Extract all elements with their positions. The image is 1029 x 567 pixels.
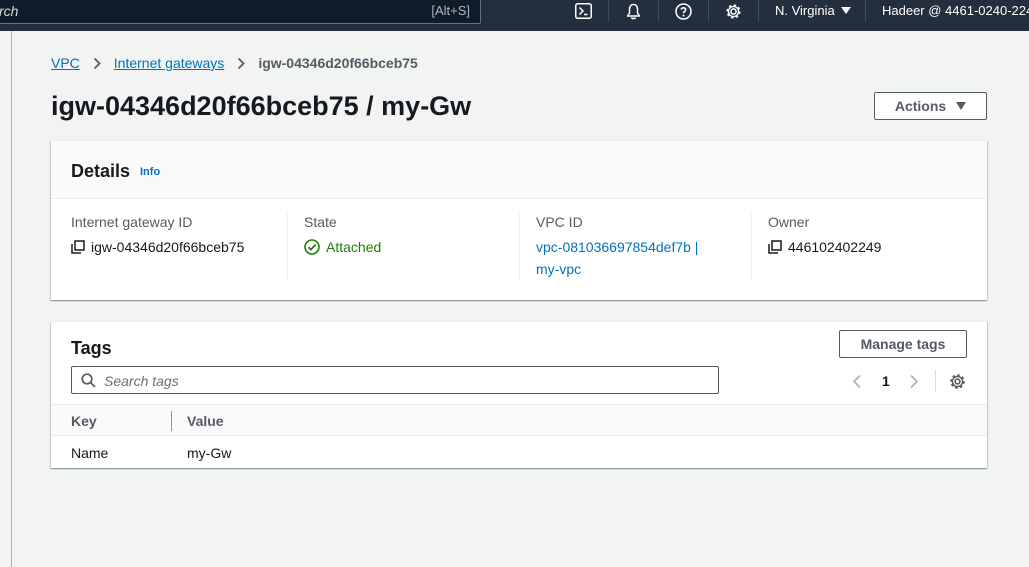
vpc-id-link[interactable]: vpc-081036697854def7b | my-vpc (536, 236, 716, 280)
page-number[interactable]: 1 (882, 373, 890, 389)
search-icon (81, 373, 96, 388)
chevron-left-icon[interactable] (852, 374, 862, 389)
state-label: State (304, 214, 337, 230)
chevron-right-icon[interactable] (909, 374, 919, 389)
region-selector[interactable]: N. Virginia (775, 3, 851, 18)
state-value: Attached (326, 239, 382, 255)
nav-divider (758, 0, 759, 22)
breadcrumb-vpc-link[interactable]: VPC (51, 55, 80, 71)
copy-icon[interactable] (768, 240, 782, 254)
breadcrumb-current: igw-04346d20f66bceb75 (258, 55, 418, 71)
tags-table-header: Key Value (51, 404, 987, 436)
page-title: igw-04346d20f66bceb75 / my-Gw (51, 91, 472, 121)
column-divider (287, 214, 288, 280)
cloudshell-icon[interactable] (574, 2, 592, 20)
column-resizer[interactable] (171, 411, 172, 431)
manage-tags-label: Manage tags (860, 336, 946, 352)
nav-divider (708, 0, 709, 22)
nav-divider (658, 0, 659, 22)
gateway-id-value: igw-04346d20f66bceb75 (91, 239, 245, 255)
caret-down-icon (956, 102, 967, 110)
owner-field: Owner 446102402249 (768, 214, 968, 280)
column-divider (519, 214, 520, 280)
tag-key-cell: Name (71, 445, 109, 461)
column-header-key[interactable]: Key (71, 413, 97, 429)
gateway-id-field: Internet gateway ID igw-04346d20f66bceb7… (71, 214, 281, 280)
tags-panel: Tags Manage tags Search tags 1 Key Value… (51, 321, 987, 468)
gateway-id-label: Internet gateway ID (71, 214, 193, 230)
region-label: N. Virginia (775, 3, 835, 18)
column-divider (751, 214, 752, 280)
top-navigation-bar: rch [Alt+S] N. Virginia Hadeer @ 4461-02… (0, 0, 1029, 31)
preferences-gear-icon[interactable] (949, 373, 966, 390)
breadcrumb: VPC Internet gateways igw-04346d20f66bce… (51, 55, 418, 71)
tag-value-cell: my-Gw (187, 445, 232, 461)
column-header-value[interactable]: Value (187, 413, 224, 429)
search-shortcut-hint: [Alt+S] (431, 3, 470, 18)
breadcrumb-internet-gateways-link[interactable]: Internet gateways (114, 55, 225, 71)
help-icon[interactable] (674, 2, 692, 20)
actions-button[interactable]: Actions (874, 92, 987, 120)
owner-label: Owner (768, 214, 810, 230)
chevron-right-icon (237, 57, 246, 70)
details-panel: Details Info Internet gateway ID igw-043… (51, 140, 987, 300)
pagination: 1 (852, 370, 966, 392)
vpc-id-field: VPC ID vpc-081036697854def7b | my-vpc (536, 214, 746, 280)
nav-divider (608, 0, 609, 22)
pager-divider (934, 370, 936, 392)
notifications-icon[interactable] (624, 2, 642, 20)
global-search-input[interactable]: rch [Alt+S] (0, 0, 481, 24)
manage-tags-button[interactable]: Manage tags (839, 330, 967, 358)
details-panel-header: Details Info (51, 141, 987, 199)
actions-button-label: Actions (894, 98, 947, 114)
state-field: State Attached (304, 214, 514, 280)
nav-divider (865, 0, 866, 22)
owner-value: 446102402249 (788, 239, 882, 255)
caret-down-icon (840, 7, 851, 14)
info-link[interactable]: Info (140, 166, 160, 178)
tags-heading: Tags (71, 338, 112, 358)
tags-search-placeholder: Search tags (104, 373, 179, 389)
copy-icon[interactable] (71, 240, 85, 254)
success-check-icon (304, 239, 320, 255)
account-menu[interactable]: Hadeer @ 4461-0240-2249 (882, 3, 1029, 18)
search-placeholder: rch (0, 3, 19, 19)
settings-icon[interactable] (724, 2, 742, 20)
vpc-id-label: VPC ID (536, 214, 583, 230)
chevron-right-icon (93, 57, 101, 70)
tags-search-input[interactable]: Search tags (71, 366, 719, 394)
details-heading: Details (71, 161, 131, 181)
